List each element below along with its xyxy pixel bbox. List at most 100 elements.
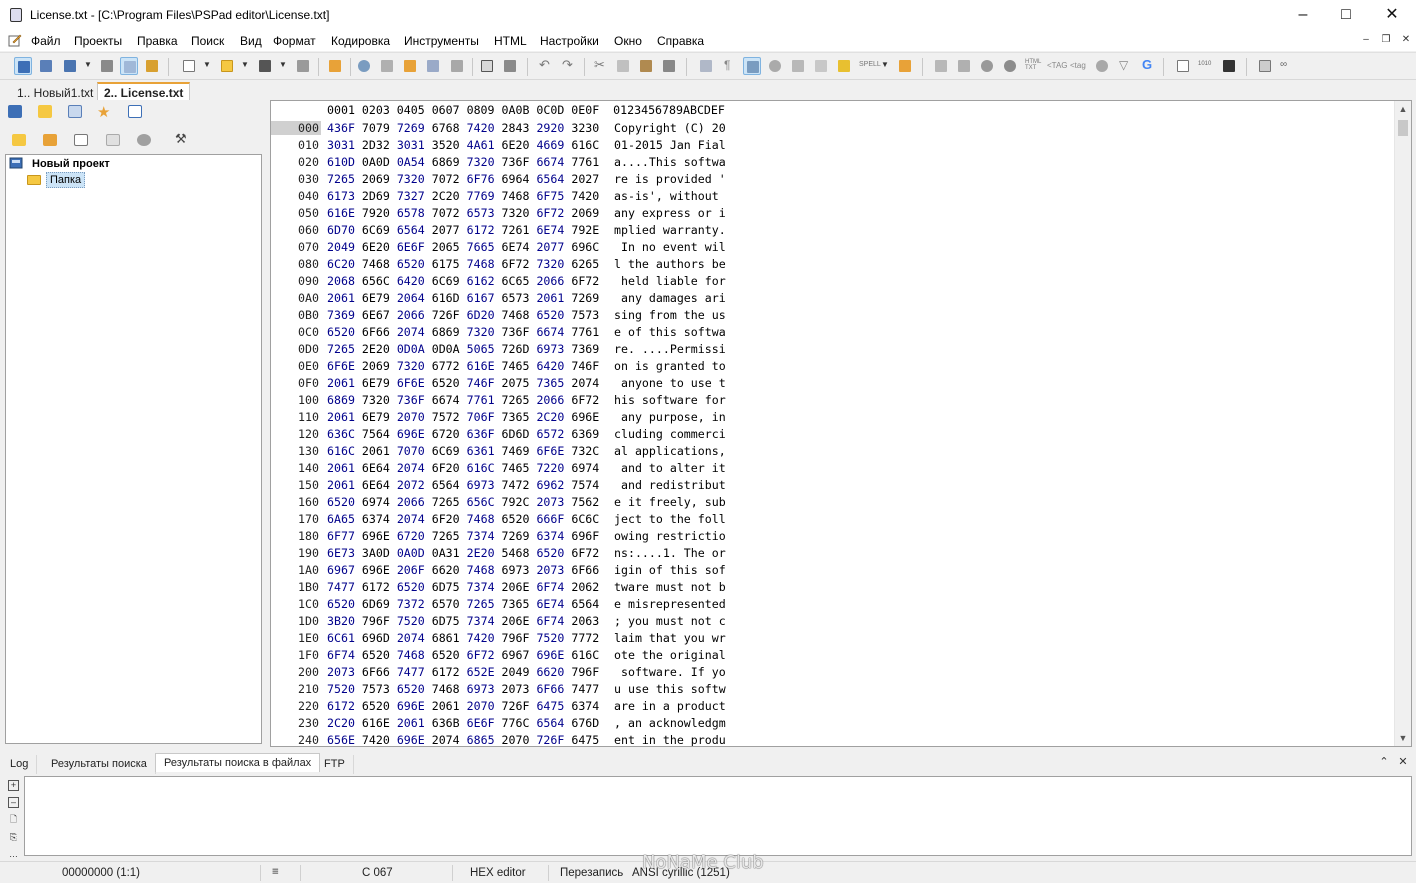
hex-ascii[interactable]: any damages ari [614, 291, 726, 305]
hex-word[interactable]: 7265 [502, 393, 537, 407]
hex-bytes[interactable]: 7520 7573 6520 7468 6973 2073 6F66 7477 [327, 682, 599, 696]
hex-word[interactable]: 7072 [432, 206, 467, 220]
hex-word[interactable]: 6520 [536, 308, 571, 322]
hex-word[interactable]: 6E64 [362, 478, 397, 492]
html-format-icon[interactable] [955, 57, 973, 75]
hex-word[interactable]: 616E [467, 359, 502, 373]
hex-ascii[interactable]: as-is', without [614, 189, 726, 203]
hex-ascii[interactable]: 01-2015 Jan Fial [614, 138, 726, 152]
hex-ascii[interactable]: igin of this sof [614, 563, 726, 577]
hex-ascii[interactable]: and redistribut [614, 478, 726, 492]
hex-word[interactable]: 7365 [502, 410, 537, 424]
hex-word[interactable]: 5468 [502, 546, 537, 560]
hex-bytes[interactable]: 2061 6E64 2074 6F20 616C 7465 7220 6974 [327, 461, 599, 475]
hex-word[interactable]: 3230 [571, 121, 599, 135]
hex-bytes[interactable]: 436F 7079 7269 6768 7420 2843 2920 3230 [327, 121, 599, 135]
hex-word[interactable]: 2C20 [432, 189, 467, 203]
hex-word[interactable]: 7269 [502, 529, 537, 543]
hex-word[interactable]: 2068 [327, 274, 362, 288]
output-area[interactable] [24, 776, 1412, 856]
hex-bytes[interactable]: 7265 2069 7320 7072 6F76 6964 6564 2027 [327, 172, 599, 186]
hex-word[interactable]: 6973 [502, 563, 537, 577]
hex-word[interactable]: 0A54 [397, 155, 432, 169]
hex-word[interactable]: 7320 [467, 155, 502, 169]
hex-word[interactable]: 7564 [362, 427, 397, 441]
hex-bytes[interactable]: 6520 6D69 7372 6570 7265 7365 6E74 6564 [327, 597, 599, 611]
hex-word[interactable]: 616C [467, 461, 502, 475]
hex-word[interactable]: 7374 [467, 580, 502, 594]
hex-word[interactable]: 7070 [397, 444, 432, 458]
hex-bytes[interactable]: 656E 7420 696E 2074 6865 2070 726F 6475 [327, 733, 599, 746]
hex-word[interactable]: 2070 [467, 699, 502, 713]
hex-word[interactable]: 6520 [432, 648, 467, 662]
hex-bytes[interactable]: 616C 2061 7070 6C69 6361 7469 6F6E 732C [327, 444, 599, 458]
hex-word[interactable]: 636B [432, 716, 467, 730]
hex-word[interactable]: 6E67 [362, 308, 397, 322]
find-in-files-icon[interactable] [401, 57, 419, 75]
hex-word[interactable]: 6172 [327, 699, 362, 713]
hex-word[interactable]: 2074 [571, 376, 599, 390]
hex-word[interactable]: 6520 [432, 376, 467, 390]
hex-ascii[interactable]: e of this softwa [614, 325, 726, 339]
hex-word[interactable]: 6564 [536, 716, 571, 730]
hex-word[interactable]: 7472 [502, 478, 537, 492]
hex-word[interactable]: 206F [397, 563, 432, 577]
hex-word[interactable]: 2064 [397, 291, 432, 305]
hex-word[interactable]: 7320 [502, 206, 537, 220]
remove-folder-icon[interactable] [41, 131, 59, 149]
hex-word[interactable]: 7365 [502, 597, 537, 611]
indent-icon[interactable] [932, 57, 950, 75]
hex-word[interactable]: 6674 [536, 155, 571, 169]
hex-word[interactable]: 6E79 [362, 376, 397, 390]
hex-row[interactable]: 000 436F 7079 7269 6768 7420 2843 2920 32… [271, 121, 1395, 138]
hex-word[interactable]: 7420 [571, 189, 599, 203]
hex-word[interactable]: 6175 [432, 257, 467, 271]
html-to-txt-icon[interactable]: HTML TXT [1024, 57, 1042, 75]
hex-word[interactable]: 6620 [432, 563, 467, 577]
hex-ascii[interactable]: his software for [614, 393, 726, 407]
hex-word[interactable]: 652E [467, 665, 502, 679]
hex-word[interactable]: 7761 [571, 155, 599, 169]
hex-word[interactable]: 6F72 [502, 257, 537, 271]
hex-row[interactable]: 210 7520 7573 6520 7468 6973 2073 6F66 74… [271, 682, 1395, 699]
hex-bytes[interactable]: 6520 6F66 2074 6869 7320 736F 6674 7761 [327, 325, 599, 339]
hex-ascii[interactable]: a....This softwa [614, 155, 726, 169]
hex-word[interactable]: 726F [502, 699, 537, 713]
hex-word[interactable]: 6564 [571, 597, 599, 611]
hex-word[interactable]: 2074 [432, 733, 467, 746]
hex-word[interactable]: 2049 [502, 665, 537, 679]
pilcrow-icon[interactable]: ¶ [720, 57, 738, 75]
hex-word[interactable]: 696E [571, 410, 599, 424]
hex-word[interactable]: 656E [327, 733, 362, 746]
menu-view[interactable]: Вид [240, 34, 262, 48]
hex-word[interactable]: 7769 [467, 189, 502, 203]
hex-ascii[interactable]: and to alter it [614, 461, 726, 475]
color-picker-icon[interactable] [978, 57, 996, 75]
hex-row[interactable]: 170 6A65 6374 2074 6F20 7468 6520 666F 6C… [271, 512, 1395, 529]
hex-word[interactable]: 7320 [397, 359, 432, 373]
hex-word[interactable]: 2066 [536, 393, 571, 407]
hex-word[interactable]: 3A0D [362, 546, 397, 560]
hex-word[interactable]: 6F74 [327, 648, 362, 662]
hex-word[interactable]: 6420 [536, 359, 571, 373]
pin-icon[interactable] [896, 57, 914, 75]
hex-word[interactable]: 4A61 [467, 138, 502, 152]
hex-word[interactable]: 616C [571, 138, 599, 152]
hex-bytes[interactable]: 610D 0A0D 0A54 6869 7320 736F 6674 7761 [327, 155, 599, 169]
hex-word[interactable]: 2027 [571, 172, 599, 186]
hex-word[interactable]: 6D6D [502, 427, 537, 441]
scroll-up-icon[interactable]: ▲ [1398, 104, 1408, 114]
hex-ascii[interactable]: al applications, [614, 444, 726, 458]
goto-icon[interactable] [424, 57, 442, 75]
hex-word[interactable]: 6374 [362, 512, 397, 526]
hex-ascii[interactable]: laim that you wr [614, 631, 726, 645]
hex-word[interactable]: 736F [502, 155, 537, 169]
hex-word[interactable]: 6973 [536, 342, 571, 356]
hex-word[interactable]: 7265 [327, 172, 362, 186]
menu-file[interactable]: Файл [31, 34, 61, 48]
hex-row[interactable]: 040 6173 2D69 7327 2C20 7769 7468 6F75 74… [271, 189, 1395, 206]
hex-word[interactable]: 6869 [432, 155, 467, 169]
hex-bytes[interactable]: 7265 2E20 0D0A 0D0A 5065 726D 6973 7369 [327, 342, 599, 356]
hex-row[interactable]: 0A0 2061 6E79 2064 616D 6167 6573 2061 72… [271, 291, 1395, 308]
hex-word[interactable]: 696E [536, 648, 571, 662]
